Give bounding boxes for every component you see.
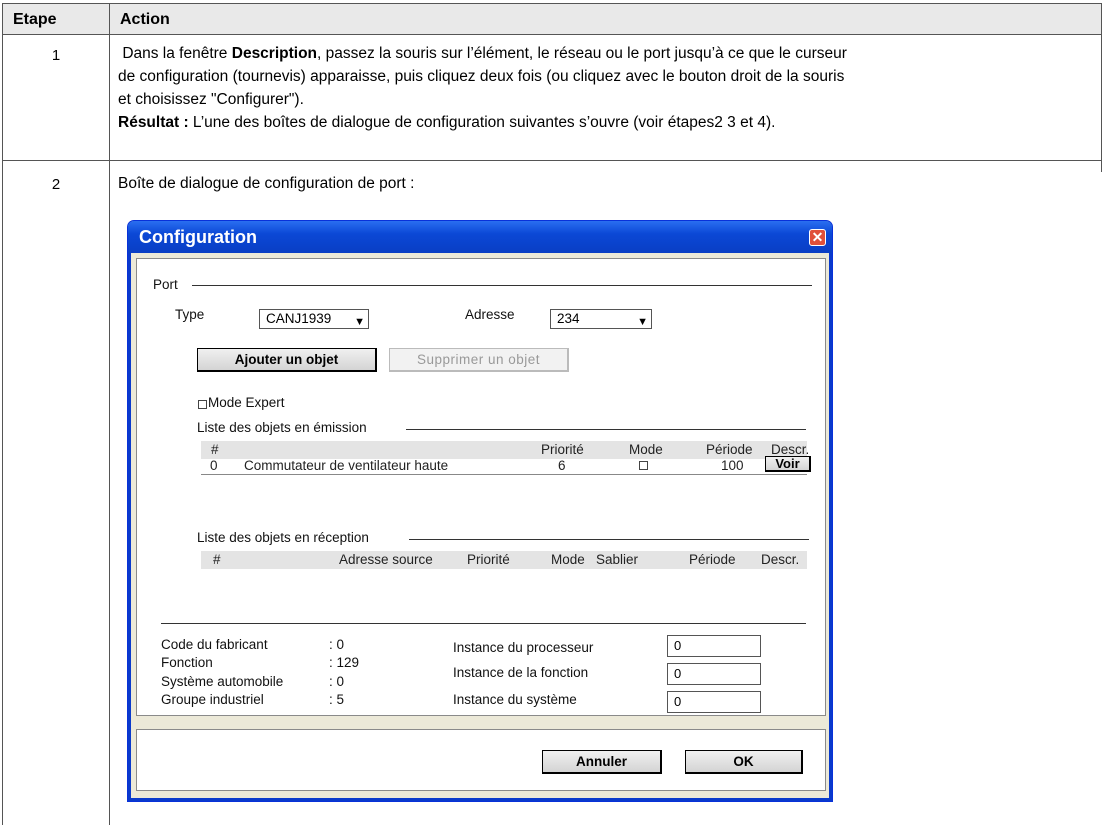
- reception-col-period: Période: [689, 552, 736, 567]
- emission-row-mode-checkbox[interactable]: [639, 461, 648, 470]
- info-value: : 129: [329, 655, 360, 670]
- instance-function-input[interactable]: 0: [667, 663, 761, 685]
- emission-row-priority: 6: [558, 458, 566, 473]
- header-action: Action: [120, 11, 170, 28]
- row-divider: [2, 160, 1102, 161]
- step-number-1: 1: [51, 47, 61, 64]
- info-value: : 0: [329, 637, 345, 652]
- expert-mode-checkbox[interactable]: [198, 400, 207, 409]
- info-value: : 5: [329, 692, 345, 707]
- address-select-value: 234: [557, 311, 580, 326]
- ok-button[interactable]: OK: [685, 750, 803, 774]
- reception-col-num: #: [213, 552, 221, 567]
- chevron-down-icon[interactable]: ▼: [354, 313, 365, 331]
- port-divider: [192, 285, 812, 286]
- reception-col-source: Adresse source: [339, 552, 433, 567]
- type-select[interactable]: CANJ1939 ▼: [259, 309, 369, 329]
- port-section-label: Port: [153, 277, 178, 292]
- row-underline: [201, 474, 807, 475]
- instance-system-label: Instance du système: [453, 692, 577, 707]
- dialog-titlebar[interactable]: Configuration ✕: [128, 221, 832, 253]
- reception-col-timer: Sablier: [596, 552, 639, 567]
- dialog-button-panel: Annuler OK: [136, 729, 826, 791]
- close-icon[interactable]: ✕: [809, 229, 826, 246]
- emission-col-priority: Priorité: [541, 442, 584, 457]
- type-label: Type: [175, 307, 205, 322]
- instance-function-label: Instance de la fonction: [453, 665, 589, 680]
- configuration-dialog: Configuration ✕ Port Type CANJ1939 ▼ Adr…: [127, 220, 833, 802]
- expert-mode-label: Mode Expert: [208, 395, 285, 410]
- step-1-text: Dans la fenêtre Description, passez la s…: [118, 45, 847, 131]
- header-etape: Etape: [13, 11, 57, 28]
- reception-grid-header: # Adresse source Priorité Mode Sablier P…: [201, 551, 807, 569]
- dialog-title: Configuration: [139, 227, 257, 247]
- remove-object-button[interactable]: Supprimer un objet: [389, 348, 569, 372]
- emission-row-num: 0: [210, 458, 218, 473]
- instance-processor-input[interactable]: 0: [667, 635, 761, 657]
- add-object-button[interactable]: Ajouter un objet: [197, 348, 377, 372]
- address-select[interactable]: 234 ▼: [550, 309, 652, 329]
- info-value: : 0: [329, 674, 345, 689]
- instance-processor-label: Instance du processeur: [453, 640, 594, 655]
- emission-col-descr: Descr.: [771, 442, 810, 457]
- type-select-value: CANJ1939: [266, 311, 332, 326]
- reception-section-label: Liste des objets en réception: [197, 530, 369, 545]
- dialog-main-panel: Port Type CANJ1939 ▼ Adresse 234 ▼ Ajout…: [136, 258, 826, 716]
- address-label: Adresse: [465, 307, 515, 322]
- info-label: Fonction: [161, 655, 213, 670]
- info-divider: [161, 623, 806, 624]
- table-row[interactable]: 0 Commutateur de ventilateur haute 6 100…: [201, 456, 811, 475]
- info-label: Système automobile: [161, 674, 284, 689]
- table-header: Etape Action: [2, 3, 1102, 35]
- view-description-button[interactable]: Voir: [765, 456, 811, 472]
- reception-col-priority: Priorité: [467, 552, 510, 567]
- reception-divider: [409, 539, 809, 540]
- emission-row-name: Commutateur de ventilateur haute: [244, 458, 449, 473]
- emission-col-num: #: [211, 442, 219, 457]
- instance-system-input[interactable]: 0: [667, 691, 761, 713]
- info-label: Groupe industriel: [161, 692, 264, 707]
- emission-section-label: Liste des objets en émission: [197, 420, 367, 435]
- cancel-button[interactable]: Annuler: [542, 750, 662, 774]
- table-left-border: [2, 3, 3, 825]
- step-2-text: Boîte de dialogue de configuration de po…: [118, 175, 415, 192]
- reception-col-descr: Descr.: [761, 552, 800, 567]
- reception-col-mode: Mode: [551, 552, 585, 567]
- chevron-down-icon[interactable]: ▼: [637, 313, 648, 331]
- emission-col-period: Période: [706, 442, 753, 457]
- emission-divider: [406, 429, 806, 430]
- step-number-2: 2: [51, 176, 61, 193]
- emission-col-mode: Mode: [629, 442, 663, 457]
- info-label: Code du fabricant: [161, 637, 268, 652]
- table-column-divider: [109, 3, 110, 825]
- emission-row-period: 100: [721, 458, 744, 473]
